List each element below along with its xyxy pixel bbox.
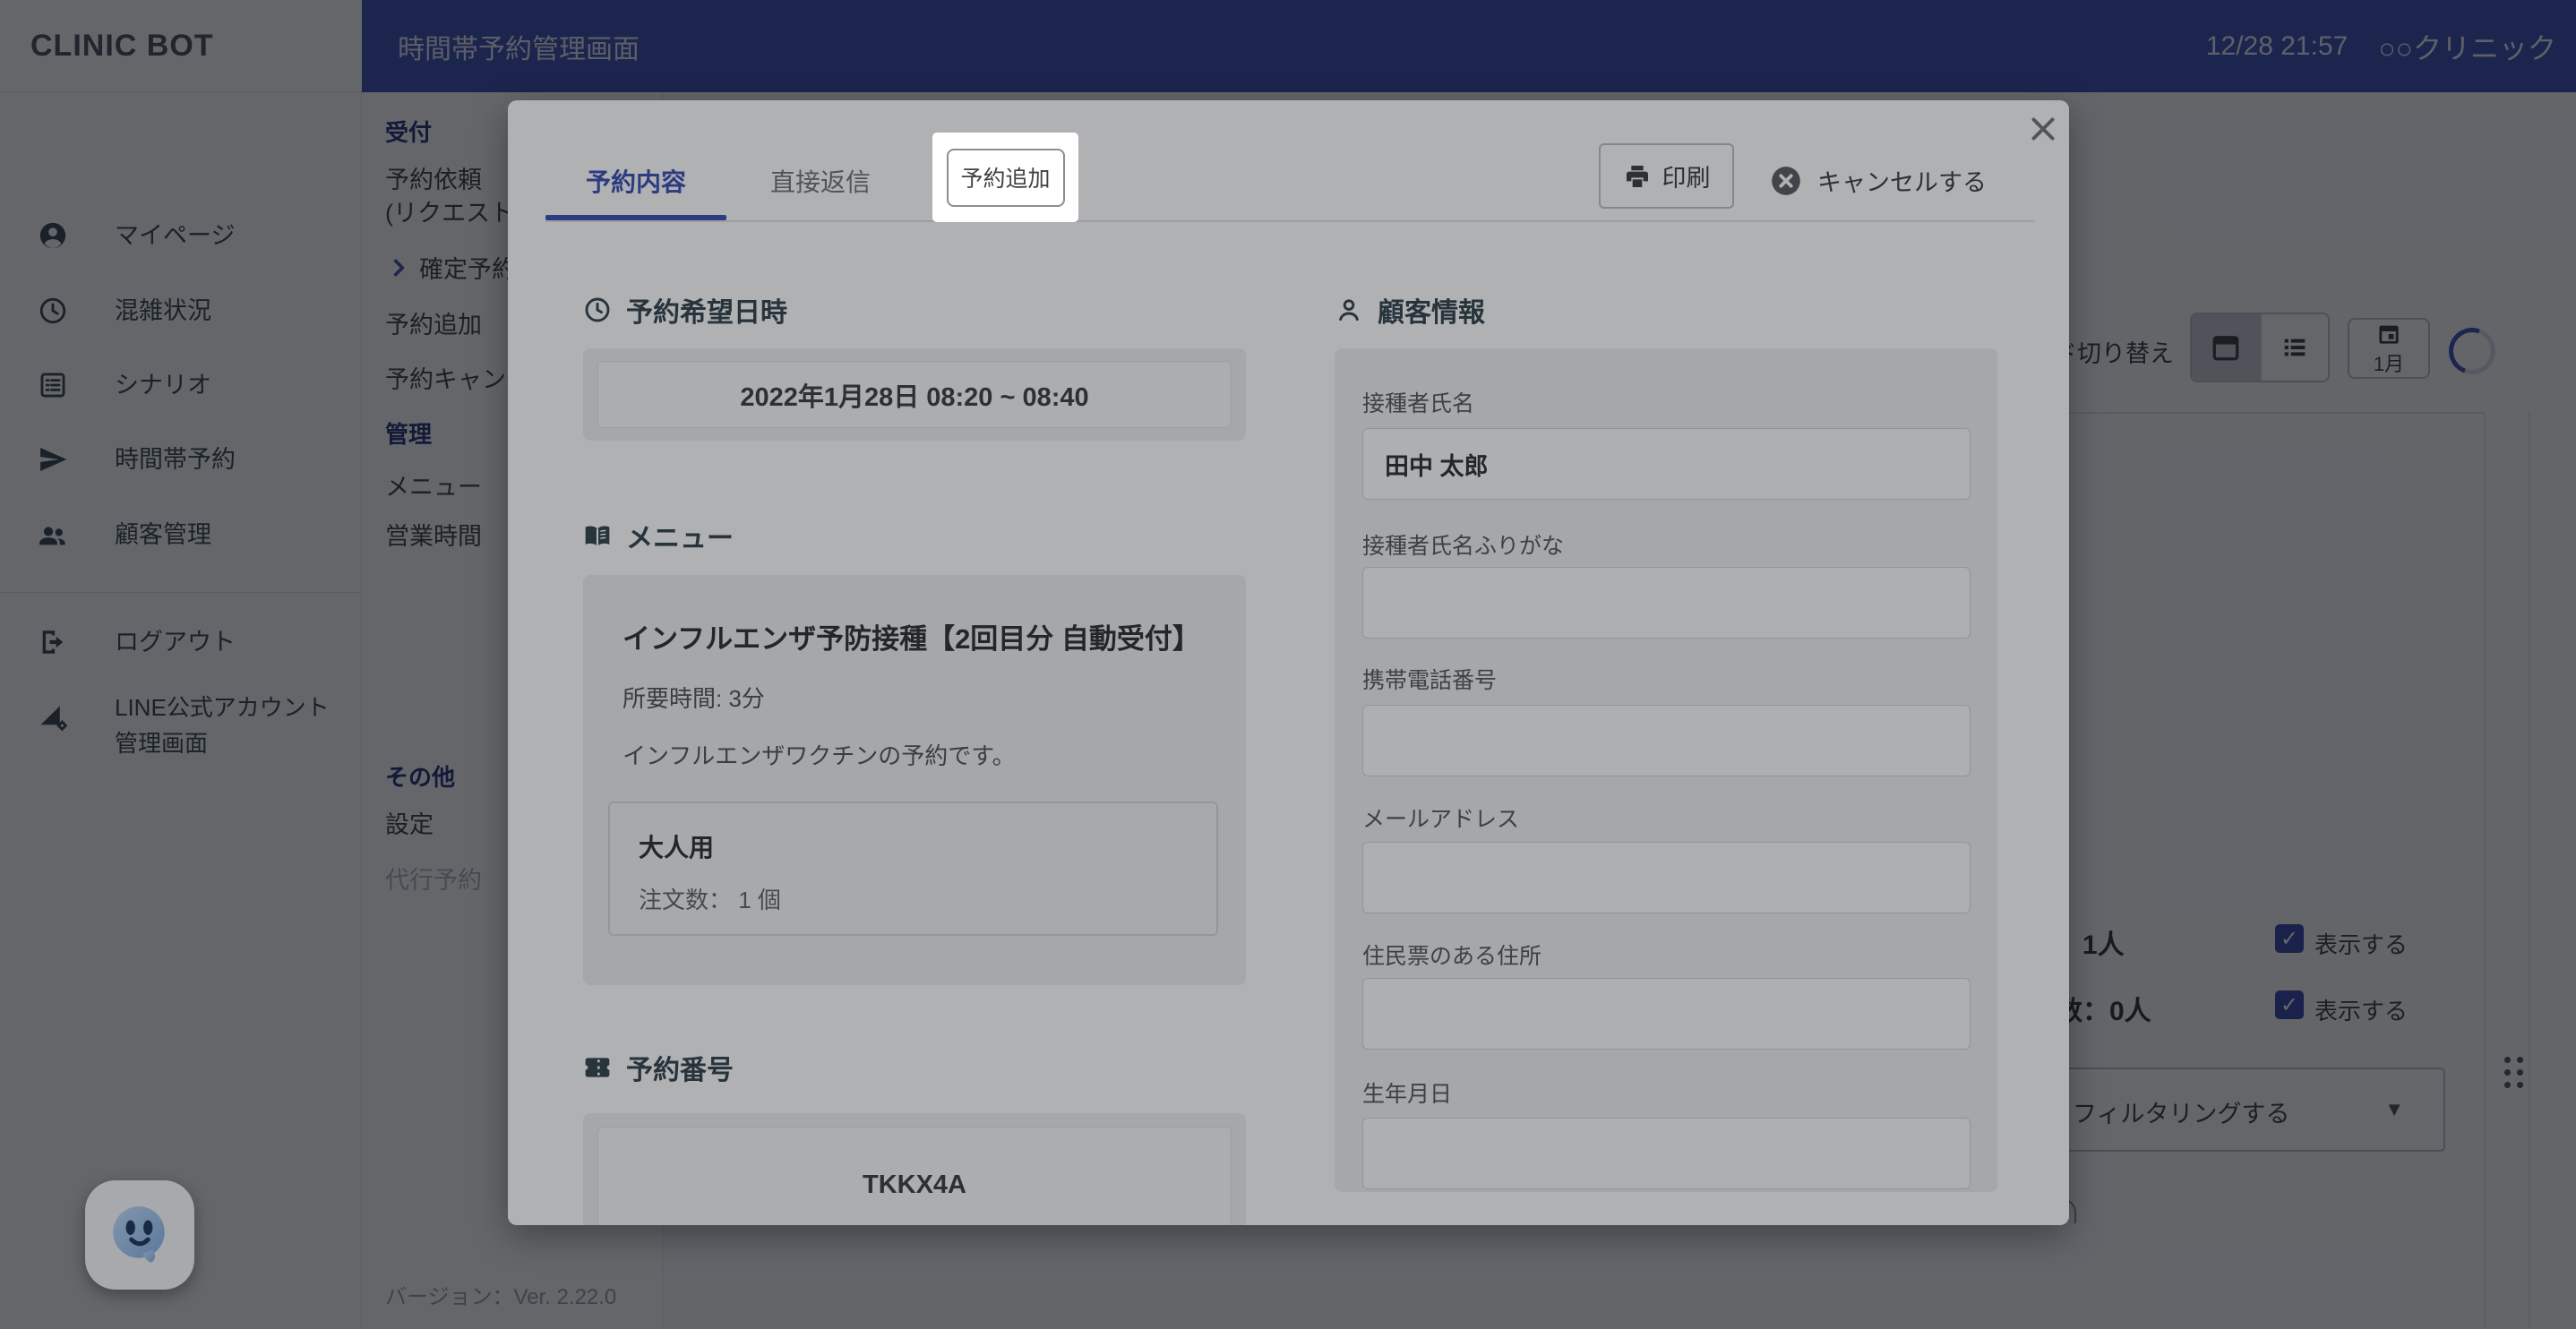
tab-add-reservation[interactable]: 予約追加 (947, 149, 1065, 207)
tutorial-dim-overlay (0, 0, 2576, 1329)
tutorial-highlight-box: 予約追加 (932, 133, 1078, 222)
app-root: 時間帯予約管理画面 12/28 21:57 ○○クリニック CLINIC BOT… (0, 0, 2576, 1329)
tab-label: 予約追加 (960, 161, 1050, 193)
